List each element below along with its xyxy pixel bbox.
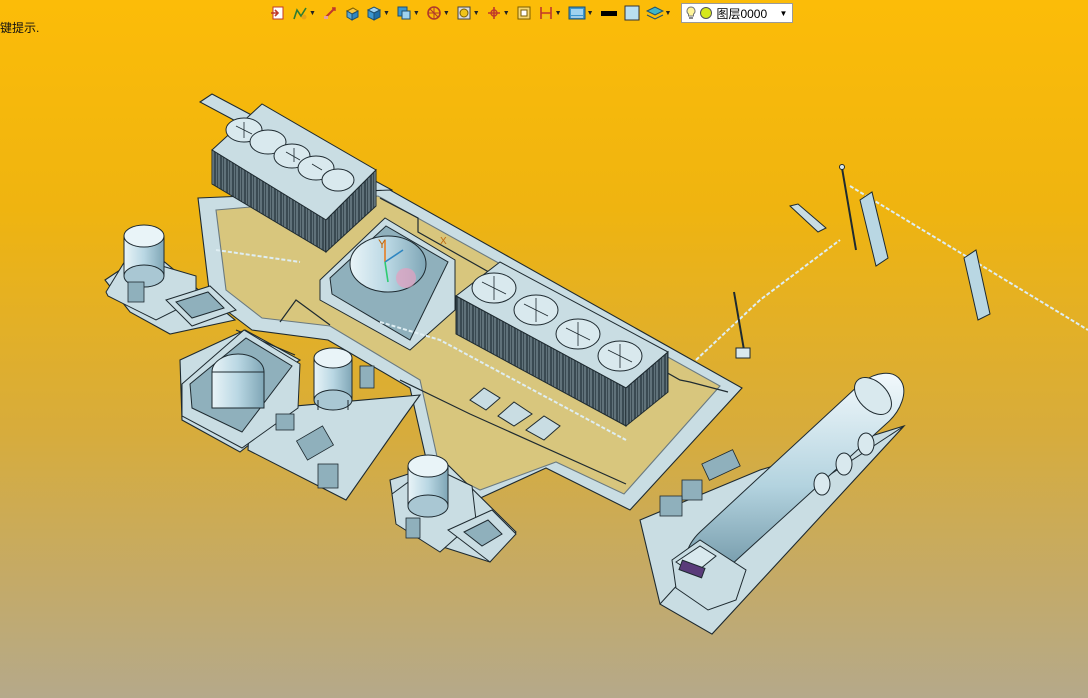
triad-x-label: X: [440, 236, 447, 247]
graphics-viewport[interactable]: 键提示. ▼ ▼ ▼ ▼ ▼ ▼ ▼ ▼ ▼ 图层0000 ▼ Y X: [0, 0, 1088, 698]
model-scene[interactable]: Y X: [0, 0, 1088, 698]
storage-tank-middle: [313, 347, 353, 411]
triad-y-label: Y: [378, 237, 386, 251]
